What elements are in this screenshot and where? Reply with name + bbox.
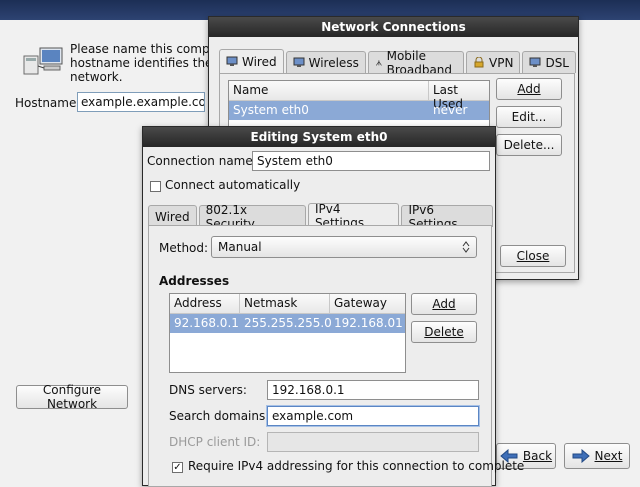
tab-dsl[interactable]: DSL — [522, 51, 576, 73]
next-button[interactable]: Next — [564, 443, 630, 469]
add-address-button[interactable]: Add — [411, 293, 477, 315]
delete-connection-label: Delete... — [503, 138, 555, 152]
delete-address-button[interactable]: Delete — [411, 321, 477, 343]
editing-tabs: Wired 802.1x Security IPv4 Settings IPv6… — [148, 202, 495, 231]
configure-network-label: Configure Network — [42, 383, 102, 411]
tab-wireless-label: Wireless — [308, 55, 359, 70]
connect-automatically-checkbox[interactable] — [150, 181, 161, 192]
back-label: Back — [522, 449, 553, 463]
close-button[interactable]: Close — [500, 245, 566, 267]
network-computers-icon — [23, 47, 63, 75]
lock-icon — [474, 57, 484, 68]
search-domains-input[interactable]: example.com — [267, 406, 479, 426]
antenna-icon — [375, 60, 382, 66]
edit-connection-label: Edit... — [511, 110, 547, 124]
addresses-list-header: Address Netmask Gateway — [170, 294, 405, 314]
tab-vpn[interactable]: VPN — [466, 51, 521, 73]
updown-arrows-icon — [462, 241, 470, 253]
dsl-icon — [529, 57, 541, 67]
intro-line-2: hostname identifies the co — [70, 56, 220, 70]
column-last-used[interactable]: Last Used — [429, 81, 489, 111]
tab-wired-label: Wired — [242, 54, 277, 69]
connection-name-input[interactable]: System eth0 — [252, 151, 490, 171]
tab-8021x-security[interactable]: 802.1x Security — [198, 203, 306, 231]
dns-servers-label: DNS servers: — [169, 383, 247, 397]
dhcp-client-id-input[interactable] — [267, 432, 479, 452]
method-select[interactable]: Manual — [211, 236, 477, 258]
connection-name-label: Connection name: — [147, 154, 257, 168]
connections-list-header: Name Last Used — [229, 81, 489, 111]
hostname-input[interactable]: example.example.com — [77, 92, 205, 112]
configure-network-button[interactable]: Configure Network — [16, 383, 128, 411]
require-ipv4-label: Require IPv4 addressing for this connect… — [188, 459, 525, 473]
add-connection-label: Add — [517, 82, 541, 96]
hostname-intro-text: Please name this compute hostname identi… — [70, 42, 220, 84]
tab-wired[interactable]: Wired — [219, 49, 284, 73]
table-row[interactable]: System eth0 never — [229, 101, 489, 120]
table-row[interactable]: 92.168.0.1 255.255.255.0 192.168.01 — [170, 314, 405, 333]
intro-line-3: network. — [70, 70, 123, 84]
tab-mobile-broadband[interactable]: Mobile Broadband — [367, 49, 465, 77]
addresses-heading: Addresses — [159, 274, 230, 288]
column-netmask[interactable]: Netmask — [240, 294, 330, 313]
row-name: System eth0 — [233, 103, 309, 117]
add-address-label: Add — [432, 297, 456, 311]
tab-ipv6-settings[interactable]: IPv6 Settings — [401, 203, 493, 231]
hostname-label: Hostname: — [15, 96, 81, 110]
tab-ipv4-settings[interactable]: IPv4 Settings — [307, 202, 400, 230]
wired-icon — [226, 56, 238, 66]
edit-connection-button[interactable]: Edit... — [496, 106, 562, 128]
require-ipv4-checkbox[interactable]: ✓ — [172, 462, 183, 473]
row-last-used: never — [433, 103, 468, 117]
editing-connection-window: Editing System eth0 Connection name: Sys… — [142, 126, 524, 487]
tab-wireless[interactable]: Wireless — [285, 51, 366, 73]
method-label: Method: — [159, 241, 209, 255]
next-arrow-icon — [572, 449, 590, 463]
intro-line-1: Please name this compute — [70, 42, 220, 56]
row-gateway: 192.168.01 — [334, 316, 403, 330]
editing-window-title: Editing System eth0 — [143, 127, 495, 147]
search-domains-label: Search domains: — [169, 409, 270, 423]
tab-wired-settings-label: Wired — [155, 209, 190, 224]
dhcp-client-id-label: DHCP client ID: — [169, 435, 261, 449]
column-address[interactable]: Address — [170, 294, 240, 313]
connect-automatically-label: Connect automatically — [165, 178, 301, 192]
tab-dsl-label: DSL — [545, 55, 569, 70]
method-value: Manual — [218, 240, 262, 254]
column-name[interactable]: Name — [229, 81, 429, 100]
close-label: Close — [516, 249, 550, 263]
delete-address-label: Delete — [424, 325, 464, 339]
addresses-list[interactable]: Address Netmask Gateway 92.168.0.1 255.2… — [169, 293, 406, 373]
row-address: 92.168.0.1 — [174, 316, 239, 330]
connection-type-tabs: Wired Wireless Mobile Broadband VPN DSL — [219, 49, 578, 77]
delete-connection-button[interactable]: Delete... — [496, 134, 562, 156]
tab-wired-settings[interactable]: Wired — [148, 205, 197, 227]
wireless-icon — [293, 57, 305, 67]
tab-vpn-label: VPN — [489, 55, 514, 70]
next-label: Next — [594, 449, 623, 463]
row-netmask: 255.255.255.0 — [244, 316, 332, 330]
column-gateway[interactable]: Gateway — [330, 294, 405, 313]
add-connection-button[interactable]: Add — [496, 78, 562, 100]
dns-servers-input[interactable]: 192.168.0.1 — [267, 380, 479, 400]
ipv4-settings-panel: Method: Manual Addresses Address Netmask… — [148, 225, 524, 487]
network-connections-title: Network Connections — [209, 17, 578, 37]
